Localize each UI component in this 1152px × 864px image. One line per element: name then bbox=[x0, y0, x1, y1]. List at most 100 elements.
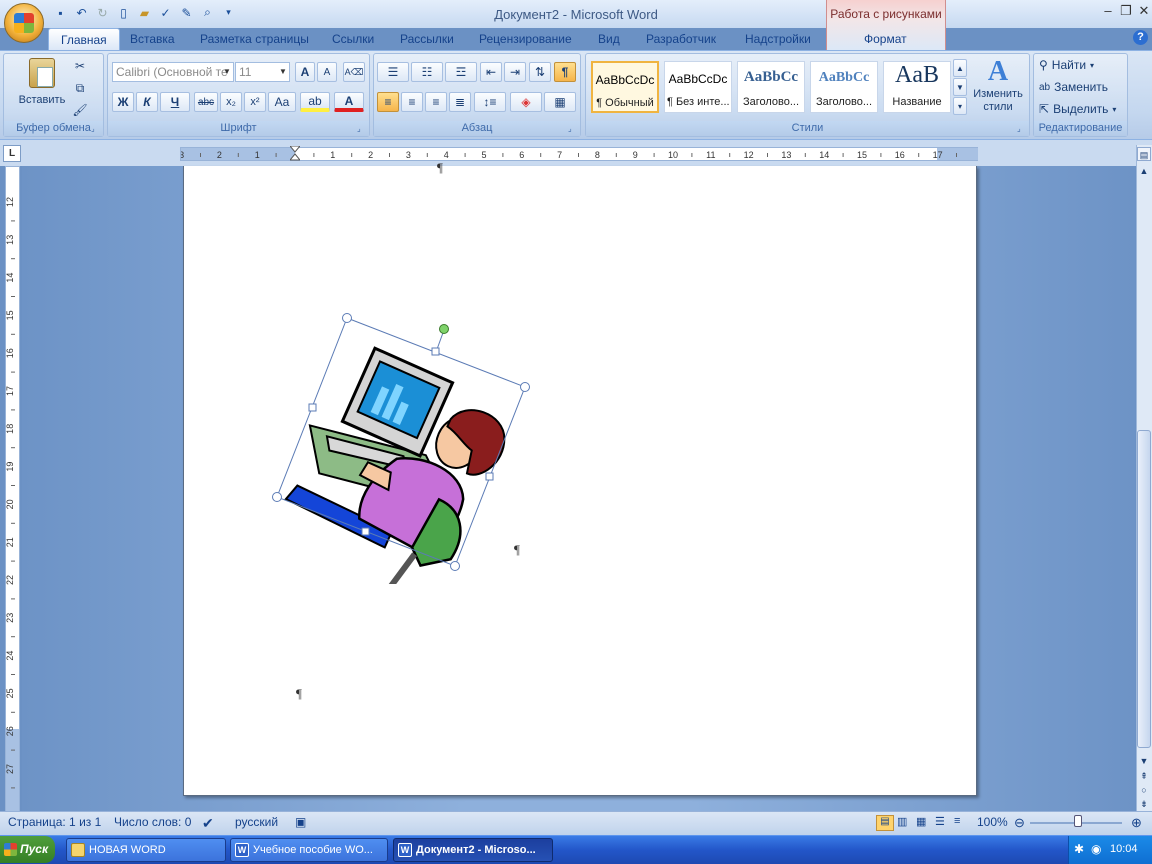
style-title[interactable]: AaB Название bbox=[883, 61, 951, 113]
taskbar-item-active-doc[interactable]: W Документ2 - Microso... bbox=[393, 838, 553, 862]
browse-object-icon[interactable]: ○ bbox=[1137, 783, 1151, 797]
web-layout-icon[interactable]: ▦ bbox=[916, 815, 926, 828]
page-count[interactable]: Страница: 1 из 1 bbox=[8, 815, 101, 829]
paste-button[interactable]: Вставить bbox=[12, 56, 72, 112]
tab-developer[interactable]: Разработчик bbox=[634, 28, 728, 50]
shrink-font-button[interactable]: A bbox=[317, 62, 337, 82]
underline-button[interactable]: Ч bbox=[160, 92, 190, 112]
scroll-up-icon[interactable]: ▲ bbox=[1137, 164, 1151, 178]
tab-insert[interactable]: Вставка bbox=[118, 28, 187, 50]
tab-addins[interactable]: Надстройки bbox=[733, 28, 823, 50]
indent-marker-icon[interactable] bbox=[288, 145, 302, 162]
italic-button[interactable]: К bbox=[136, 92, 158, 112]
resize-handle[interactable] bbox=[485, 472, 494, 481]
next-page-icon[interactable]: ⇟ bbox=[1137, 797, 1151, 811]
select-button[interactable]: ⇱ Выделить ▾ bbox=[1038, 100, 1117, 118]
previous-page-icon[interactable]: ⇞ bbox=[1137, 769, 1151, 783]
tab-page-layout[interactable]: Разметка страницы bbox=[188, 28, 321, 50]
resize-handle[interactable] bbox=[520, 382, 530, 392]
outline-icon[interactable]: ☰ bbox=[935, 815, 945, 828]
copy-icon[interactable]: ⧉ bbox=[71, 78, 89, 98]
decrease-indent-icon[interactable]: ⇤ bbox=[480, 62, 502, 82]
help-icon[interactable]: ? bbox=[1133, 30, 1148, 45]
align-center-icon[interactable]: ≡ bbox=[401, 92, 423, 112]
font-name-combo[interactable]: Calibri (Основной те ▼ bbox=[112, 62, 234, 82]
vertical-ruler[interactable]: 12 13 14 15 16 17 18 19 20 21 22 23 24 25 26 27 bbox=[5, 166, 20, 812]
show-marks-button[interactable]: ¶ bbox=[554, 62, 576, 82]
rotate-handle[interactable] bbox=[439, 324, 449, 334]
shading-icon[interactable]: ◈ bbox=[510, 92, 542, 112]
zoom-slider-thumb[interactable] bbox=[1074, 815, 1082, 827]
zoom-in-icon[interactable]: ⊕ bbox=[1131, 815, 1142, 831]
tab-home[interactable]: Главная bbox=[48, 28, 120, 50]
resize-handle[interactable] bbox=[431, 347, 440, 356]
align-left-icon[interactable]: ≡ bbox=[377, 92, 399, 112]
strikethrough-button[interactable]: abc bbox=[194, 92, 218, 112]
draft-icon[interactable]: ≡ bbox=[954, 815, 960, 827]
volume-icon[interactable]: ◉ bbox=[1091, 842, 1101, 856]
resize-handle[interactable] bbox=[342, 313, 352, 323]
align-right-icon[interactable]: ≡ bbox=[425, 92, 447, 112]
resize-handle[interactable] bbox=[308, 403, 317, 412]
style-normal[interactable]: AaBbCcDc ¶ Обычный bbox=[591, 61, 659, 113]
style-no-spacing[interactable]: AaBbCcDc ¶ Без инте... bbox=[664, 61, 732, 113]
styles-scroll-up-icon[interactable]: ▲ bbox=[953, 59, 967, 77]
tab-stop-selector-icon[interactable]: L bbox=[3, 145, 21, 162]
justify-icon[interactable]: ≣ bbox=[449, 92, 471, 112]
tab-references[interactable]: Ссылки bbox=[320, 28, 386, 50]
print-layout-icon[interactable]: ▤ bbox=[876, 815, 894, 831]
bullets-icon[interactable]: ☰ bbox=[377, 62, 409, 82]
highlight-icon[interactable]: ab bbox=[300, 92, 330, 112]
scroll-down-icon[interactable]: ▼ bbox=[1137, 754, 1151, 768]
resize-handle[interactable] bbox=[361, 527, 370, 536]
taskbar-item-folder[interactable]: НОВАЯ WORD bbox=[66, 838, 226, 862]
tab-view[interactable]: Вид bbox=[586, 28, 632, 50]
grow-font-button[interactable]: A bbox=[295, 62, 315, 82]
bold-button[interactable]: Ж bbox=[112, 92, 134, 112]
change-case-button[interactable]: Aa bbox=[268, 92, 296, 112]
macro-record-icon[interactable]: ▣ bbox=[295, 815, 306, 829]
dialog-launcher-icon[interactable]: ⌟ bbox=[1017, 124, 1027, 134]
styles-scroll-down-icon[interactable]: ▼ bbox=[953, 78, 967, 96]
cut-icon[interactable]: ✂ bbox=[71, 56, 89, 76]
style-heading2[interactable]: AaBbCc Заголово... bbox=[810, 61, 878, 113]
font-color-icon[interactable]: A bbox=[334, 92, 364, 112]
horizontal-ruler[interactable]: 3 2 1 1 2 3 4 5 6 7 8 9 10 11 12 13 14 15 16 17 bbox=[180, 145, 978, 162]
tab-format[interactable]: Формат bbox=[852, 28, 919, 50]
line-spacing-icon[interactable]: ↕≡ bbox=[474, 92, 506, 112]
dialog-launcher-icon[interactable]: ⌟ bbox=[568, 124, 578, 134]
find-button[interactable]: ⚲ Найти ▾ bbox=[1038, 56, 1095, 74]
taskbar-item-word-doc[interactable]: W Учебное пособие WO... bbox=[230, 838, 388, 862]
font-size-combo[interactable]: 11 ▼ bbox=[235, 62, 290, 82]
close-icon[interactable]: ✕ bbox=[1133, 3, 1152, 21]
borders-icon[interactable]: ▦ bbox=[544, 92, 576, 112]
tray-app-icon[interactable]: ✱ bbox=[1074, 842, 1084, 856]
dialog-launcher-icon[interactable]: ⌟ bbox=[357, 124, 367, 134]
sort-icon[interactable]: ⇅ bbox=[529, 62, 551, 82]
full-screen-reading-icon[interactable]: ▥ bbox=[897, 815, 907, 828]
replace-button[interactable]: ab Заменить bbox=[1038, 78, 1109, 96]
scrollbar-thumb[interactable] bbox=[1137, 430, 1151, 748]
office-button[interactable] bbox=[4, 3, 44, 43]
resize-handle[interactable] bbox=[272, 492, 282, 502]
clipart-picture[interactable] bbox=[266, 308, 538, 584]
numbering-icon[interactable]: ☷ bbox=[411, 62, 443, 82]
format-painter-icon[interactable]: 🖌 bbox=[71, 100, 89, 120]
proofing-icon[interactable]: ✔ bbox=[202, 815, 214, 832]
change-styles-button[interactable]: A Изменить стили bbox=[970, 56, 1026, 118]
subscript-button[interactable]: x₂ bbox=[220, 92, 242, 112]
tab-mailings[interactable]: Рассылки bbox=[388, 28, 466, 50]
dialog-launcher-icon[interactable]: ⌟ bbox=[91, 124, 101, 134]
resize-handle[interactable] bbox=[450, 561, 460, 571]
tab-review[interactable]: Рецензирование bbox=[467, 28, 584, 50]
view-ruler-icon[interactable]: ▤ bbox=[1137, 147, 1151, 161]
clear-format-icon[interactable]: A⌫ bbox=[343, 62, 365, 82]
style-heading1[interactable]: AaBbCc Заголово... bbox=[737, 61, 805, 113]
superscript-button[interactable]: x² bbox=[244, 92, 266, 112]
language[interactable]: русский bbox=[235, 815, 278, 829]
word-count[interactable]: Число слов: 0 bbox=[114, 815, 191, 829]
increase-indent-icon[interactable]: ⇥ bbox=[504, 62, 526, 82]
zoom-out-icon[interactable]: ⊖ bbox=[1014, 815, 1025, 831]
styles-more-icon[interactable]: ▾ bbox=[953, 97, 967, 115]
zoom-level[interactable]: 100% bbox=[977, 815, 1008, 829]
